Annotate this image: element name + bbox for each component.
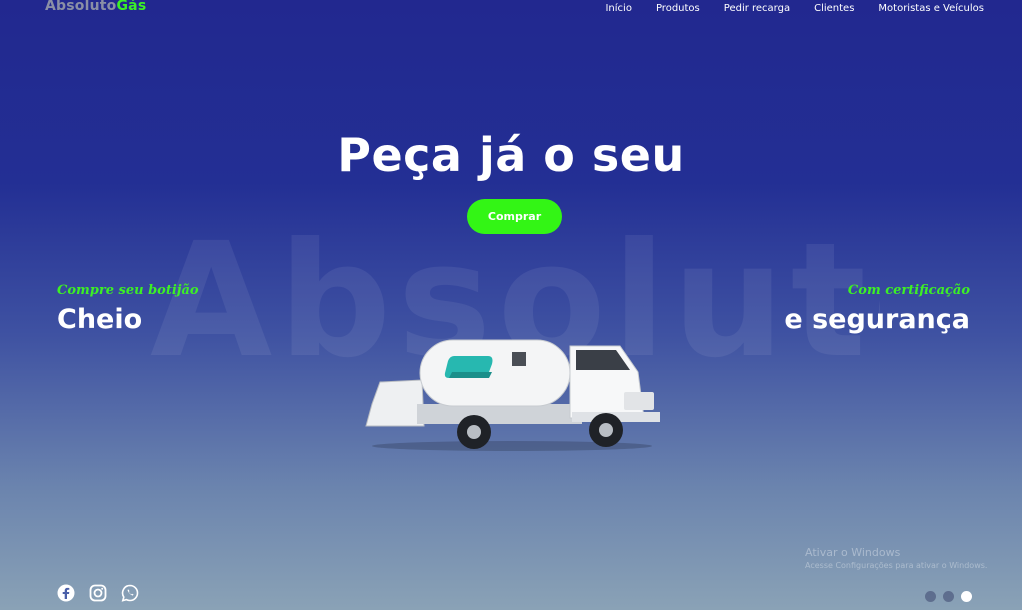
hero-title: Peça já o seu bbox=[337, 128, 685, 182]
gas-truck-image bbox=[365, 339, 660, 451]
watermark-subtitle: Acesse Configurações para ativar o Windo… bbox=[805, 561, 988, 570]
facebook-icon[interactable] bbox=[57, 584, 75, 602]
whatsapp-icon[interactable] bbox=[121, 584, 139, 602]
left-heading: Cheio bbox=[57, 304, 143, 335]
right-heading: e segurança bbox=[784, 304, 970, 335]
watermark-title: Ativar o Windows bbox=[805, 546, 901, 559]
carousel-dot-3[interactable] bbox=[961, 591, 972, 602]
right-kicker: Com certificação bbox=[847, 283, 970, 298]
header: AbsolutoGás Início Produtos Pedir recarg… bbox=[0, 0, 1022, 24]
nav-link-pedir-recarga[interactable]: Pedir recarga bbox=[724, 3, 790, 14]
social-links bbox=[57, 584, 139, 602]
main-nav: Início Produtos Pedir recarga Clientes M… bbox=[605, 3, 984, 14]
logo-part-1: Absoluto bbox=[45, 0, 117, 14]
nav-link-produtos[interactable]: Produtos bbox=[656, 3, 700, 14]
logo-part-2: Gás bbox=[116, 0, 147, 14]
carousel-dot-2[interactable] bbox=[943, 591, 954, 602]
left-tagline: Compre seu botijão Cheio bbox=[57, 283, 199, 335]
logo[interactable]: AbsolutoGás bbox=[45, 0, 146, 14]
left-kicker: Compre seu botijão bbox=[57, 283, 199, 298]
windows-activation-watermark: Ativar o Windows Acesse Configurações pa… bbox=[805, 546, 987, 570]
instagram-icon[interactable] bbox=[89, 584, 107, 602]
carousel-dot-1[interactable] bbox=[925, 591, 936, 602]
carousel-indicators bbox=[925, 591, 972, 602]
buy-button[interactable]: Comprar bbox=[467, 199, 562, 234]
nav-link-inicio[interactable]: Início bbox=[605, 3, 631, 14]
nav-link-motoristas[interactable]: Motoristas e Veículos bbox=[878, 3, 984, 14]
right-tagline: Com certificação e segurança bbox=[784, 283, 970, 335]
nav-link-clientes[interactable]: Clientes bbox=[814, 3, 854, 14]
